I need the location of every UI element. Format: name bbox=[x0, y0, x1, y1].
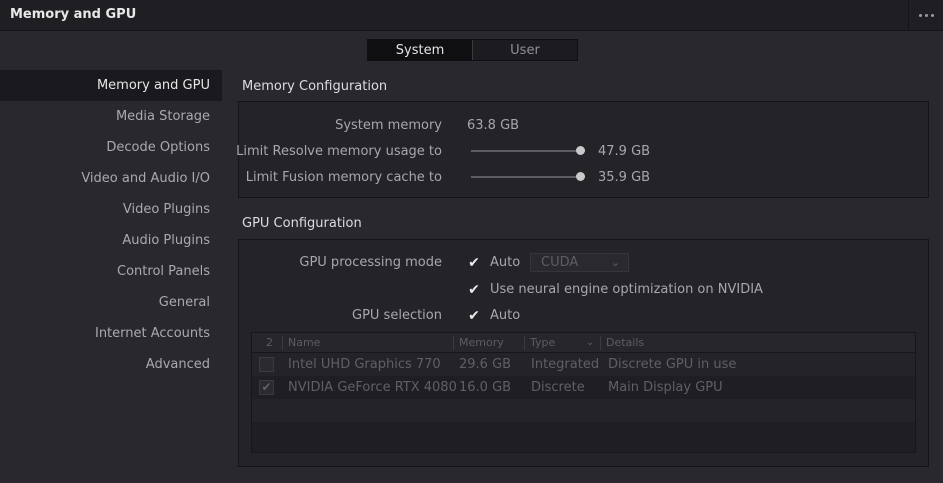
gpu-selection-auto-label: Auto bbox=[490, 308, 521, 323]
sidebar-item-media-storage[interactable]: Media Storage bbox=[0, 101, 222, 132]
column-header-name[interactable]: Name bbox=[288, 333, 320, 353]
neural-engine-label: Use neural engine optimization on NVIDIA bbox=[490, 282, 763, 297]
resolve-memory-slider[interactable] bbox=[471, 146, 585, 156]
tab-system[interactable]: System bbox=[368, 40, 473, 60]
title-bar: Memory and GPU bbox=[0, 0, 943, 31]
gpu-details: Discrete GPU in use bbox=[608, 357, 737, 372]
slider-track bbox=[471, 176, 585, 178]
gpu-memory: 16.0 GB bbox=[459, 380, 512, 395]
gpu-section-title: GPU Configuration bbox=[242, 216, 362, 231]
window-title: Memory and GPU bbox=[10, 7, 137, 22]
empty-row bbox=[252, 422, 915, 445]
chevron-down-icon: ⌄ bbox=[610, 256, 620, 269]
sidebar-item-advanced[interactable]: Advanced bbox=[0, 349, 222, 380]
sidebar-item-memory-and-gpu[interactable]: Memory and GPU bbox=[0, 70, 222, 101]
gpu-selection-label: GPU selection bbox=[352, 308, 442, 323]
column-divider bbox=[282, 336, 283, 350]
processing-mode-dropdown[interactable]: CUDA ⌄ bbox=[530, 253, 629, 272]
slider-track bbox=[471, 150, 585, 152]
system-memory-label: System memory bbox=[335, 118, 442, 133]
gpu-type: Discrete bbox=[531, 380, 585, 395]
table-row[interactable]: ✔ NVIDIA GeForce RTX 4080 16.0 GB Discre… bbox=[252, 376, 915, 399]
dropdown-value: CUDA bbox=[541, 255, 579, 270]
column-divider bbox=[453, 336, 454, 350]
slider-handle[interactable] bbox=[576, 146, 585, 155]
system-memory-value: 63.8 GB bbox=[467, 118, 520, 133]
row-checkbox[interactable]: ✔ bbox=[259, 380, 274, 395]
column-header-memory[interactable]: Memory bbox=[459, 333, 504, 353]
tab-user[interactable]: User bbox=[473, 40, 577, 60]
gpu-name: Intel UHD Graphics 770 bbox=[288, 357, 441, 372]
empty-row bbox=[252, 399, 915, 422]
fusion-limit-value: 35.9 GB bbox=[598, 170, 651, 185]
column-divider bbox=[524, 336, 525, 350]
row-checkbox[interactable] bbox=[259, 357, 274, 372]
table-header: 2 Name Memory Type ⌄ Details bbox=[252, 333, 915, 353]
slider-handle[interactable] bbox=[576, 172, 585, 181]
sidebar-item-video-plugins[interactable]: Video Plugins bbox=[0, 194, 222, 225]
sidebar: Memory and GPU Media Storage Decode Opti… bbox=[0, 70, 222, 380]
gpu-details: Main Display GPU bbox=[608, 380, 723, 395]
gpu-panel: GPU processing mode ✔ Auto CUDA ⌄ ✔ Use … bbox=[238, 239, 929, 467]
gpu-selection-auto-checkbox[interactable]: ✔ bbox=[467, 309, 481, 323]
memory-section-title: Memory Configuration bbox=[242, 79, 388, 94]
neural-engine-checkbox[interactable]: ✔ bbox=[467, 283, 481, 297]
processing-mode-auto-label: Auto bbox=[490, 255, 521, 270]
gpu-type: Integrated bbox=[531, 357, 600, 372]
resolve-limit-value: 47.9 GB bbox=[598, 144, 651, 159]
chevron-down-icon[interactable]: ⌄ bbox=[586, 333, 594, 353]
gpu-processing-mode-label: GPU processing mode bbox=[299, 255, 442, 270]
fusion-cache-slider[interactable] bbox=[471, 172, 585, 182]
scope-toggle: System User bbox=[367, 39, 578, 61]
memory-panel: System memory 63.8 GB Limit Resolve memo… bbox=[236, 101, 929, 198]
sidebar-item-video-and-audio-io[interactable]: Video and Audio I/O bbox=[0, 163, 222, 194]
sidebar-item-decode-options[interactable]: Decode Options bbox=[0, 132, 222, 163]
table-row[interactable]: Intel UHD Graphics 770 29.6 GB Integrate… bbox=[252, 353, 915, 376]
fusion-limit-label: Limit Fusion memory cache to bbox=[245, 170, 442, 185]
count-header: 2 bbox=[266, 336, 273, 349]
sidebar-item-general[interactable]: General bbox=[0, 287, 222, 318]
resolve-limit-label: Limit Resolve memory usage to bbox=[236, 144, 442, 159]
column-header-details[interactable]: Details bbox=[606, 333, 644, 353]
gpu-table: 2 Name Memory Type ⌄ Details Intel UHD G… bbox=[251, 332, 916, 453]
sidebar-item-control-panels[interactable]: Control Panels bbox=[0, 256, 222, 287]
column-divider bbox=[600, 336, 601, 350]
sidebar-item-internet-accounts[interactable]: Internet Accounts bbox=[0, 318, 222, 349]
gpu-memory: 29.6 GB bbox=[459, 357, 512, 372]
processing-mode-auto-checkbox[interactable]: ✔ bbox=[467, 256, 481, 270]
sidebar-item-audio-plugins[interactable]: Audio Plugins bbox=[0, 225, 222, 256]
column-header-type[interactable]: Type bbox=[530, 333, 555, 353]
gpu-name: NVIDIA GeForce RTX 4080 bbox=[288, 380, 457, 395]
more-options-icon[interactable] bbox=[909, 0, 943, 31]
